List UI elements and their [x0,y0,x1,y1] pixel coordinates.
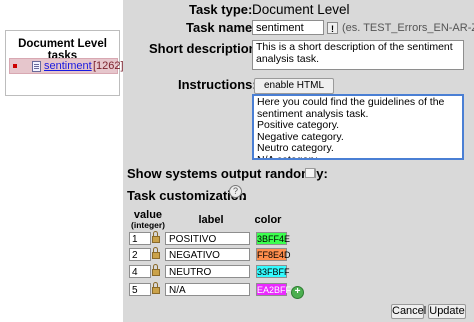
task-link[interactable]: sentiment [44,59,92,73]
short-description-textarea[interactable]: This is a short description of the senti… [252,40,464,70]
column-header-label: label [198,214,224,226]
lock-icon[interactable] [152,247,160,260]
short-description-label: Short description: [149,41,261,56]
color-input[interactable]: FF8E4D [256,248,291,261]
column-header-value-sub: (integer) [131,220,165,230]
task-count: [1262] [93,60,124,72]
bullet-icon [13,64,17,68]
instructions-label: Instructions: [178,77,257,92]
update-button[interactable]: Update [428,304,466,319]
task-type-value: Document Level [252,2,350,17]
value-input[interactable]: 5 [129,283,151,296]
task-name-input[interactable]: sentiment [252,20,324,35]
color-input[interactable]: 33FBFF [256,265,290,278]
label-input[interactable]: NEGATIVO [165,248,250,261]
show-output-checkbox[interactable] [305,168,315,178]
value-input[interactable]: 4 [129,265,151,278]
help-icon[interactable]: ? [229,185,242,198]
lock-icon[interactable] [152,231,160,244]
add-row-icon[interactable]: + [291,286,304,299]
label-input[interactable]: NEUTRO [165,265,250,278]
document-icon [32,61,41,72]
column-header-color: color [254,214,282,226]
value-input[interactable]: 2 [129,248,151,261]
cancel-button[interactable]: Cancel [391,304,426,319]
tasks-panel: Document Level tasks sentiment [1262] [5,30,124,96]
enable-html-editor-button[interactable]: enable HTML editor [254,78,334,105]
instructions-textarea[interactable]: Here you could find the guidelines of th… [252,94,464,160]
color-input[interactable]: EA2BFF [256,283,291,296]
show-output-label: Show systems output randomly: [127,166,328,181]
task-name-hint: (es. TEST_Errors_EN-AR-ZH) [342,22,474,34]
value-input[interactable]: 1 [129,232,151,245]
task-customization-colon: : [242,188,247,203]
lock-icon[interactable] [152,282,160,295]
label-input[interactable]: POSITIVO [165,232,250,245]
task-name-label: Task name: [186,20,257,35]
task-list-item-sentiment[interactable]: sentiment [1262] [9,58,124,74]
color-input[interactable]: 3BFF4E [256,232,290,245]
task-name-check-button[interactable]: ! [327,22,338,34]
lock-icon[interactable] [152,264,160,277]
label-input[interactable]: N/A [165,283,250,296]
task-type-label: Task type: [189,2,253,17]
